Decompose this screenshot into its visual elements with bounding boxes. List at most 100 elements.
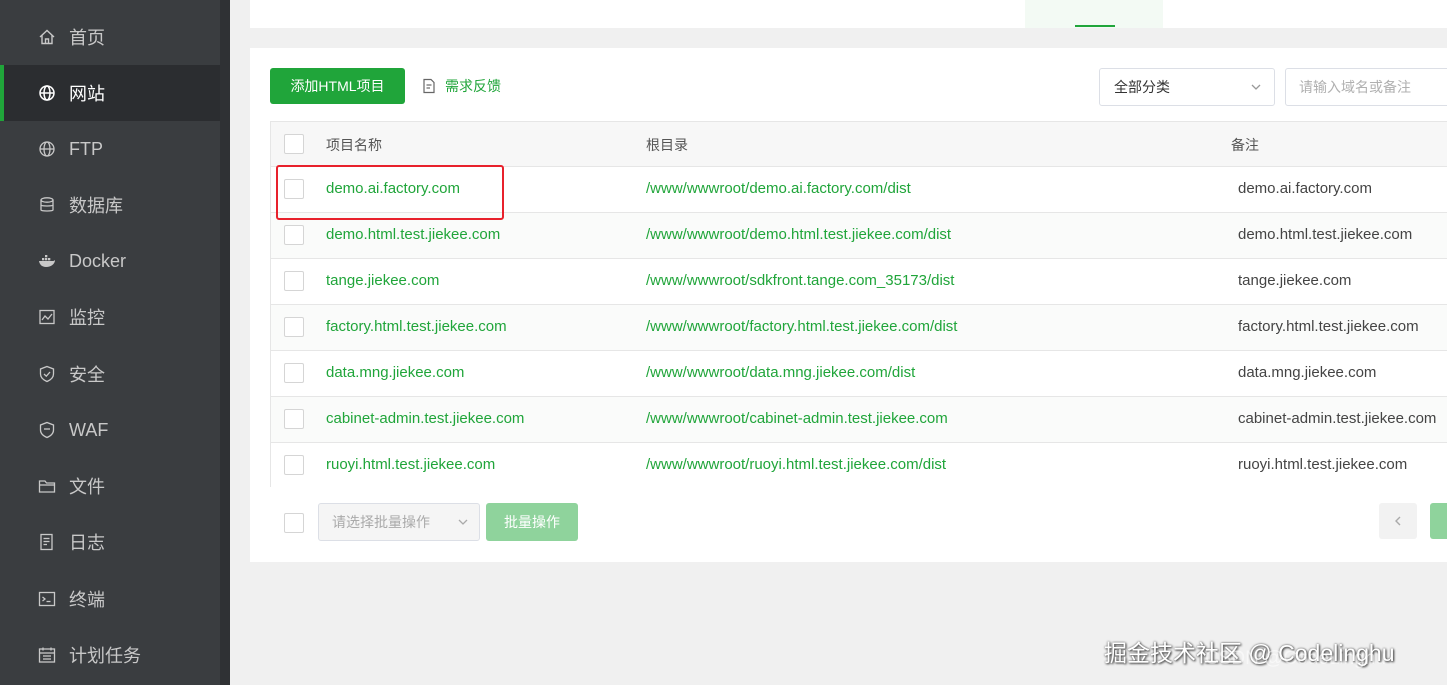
- tab-other[interactable]: [1165, 0, 1287, 28]
- root-path-link[interactable]: /www/wwwroot/cabinet-admin.test.jiekee.c…: [646, 410, 948, 427]
- row-checkbox[interactable]: [284, 179, 304, 199]
- tab-html[interactable]: [1025, 0, 1163, 28]
- add-html-project-button[interactable]: 添加HTML项目: [270, 68, 405, 104]
- root-path-link[interactable]: /www/wwwroot/sdkfront.tange.com_35173/di…: [646, 272, 954, 289]
- feedback-label: 需求反馈: [445, 78, 501, 94]
- row-checkbox[interactable]: [284, 409, 304, 429]
- project-name-link[interactable]: demo.html.test.jiekee.com: [326, 226, 500, 243]
- project-name-link[interactable]: tange.jiekee.com: [326, 272, 439, 289]
- sidebar-item-label: 网站: [69, 84, 105, 104]
- watermark-csdn: CSDN @CodeLinghu: [1205, 648, 1386, 669]
- terminal-icon: [38, 590, 56, 608]
- sidebar-item-files[interactable]: 文件: [0, 458, 220, 514]
- pagination-prev-button[interactable]: [1379, 503, 1417, 539]
- shield-icon: [38, 365, 56, 383]
- table-row: ruoyi.html.test.jiekee.com /www/wwwroot/…: [271, 443, 1447, 489]
- sidebar-item-label: 日志: [69, 533, 105, 553]
- note-text[interactable]: ruoyi.html.test.jiekee.com: [1238, 456, 1407, 473]
- row-checkbox[interactable]: [284, 225, 304, 245]
- category-select-value: 全部分类: [1114, 79, 1170, 95]
- sidebar-item-website[interactable]: 网站: [0, 65, 220, 121]
- root-path-link[interactable]: /www/wwwroot/ruoyi.html.test.jiekee.com/…: [646, 456, 946, 473]
- tab-python[interactable]: [762, 0, 892, 28]
- column-header-note: 备注: [1231, 137, 1259, 153]
- ftp-globe-icon: [38, 140, 56, 158]
- project-name-link[interactable]: cabinet-admin.test.jiekee.com: [326, 410, 524, 427]
- row-checkbox[interactable]: [284, 455, 304, 475]
- active-tab-indicator: [1075, 25, 1115, 27]
- sidebar-item-logs[interactable]: 日志: [0, 514, 220, 570]
- row-checkbox[interactable]: [284, 363, 304, 383]
- batch-operation-button[interactable]: 批量操作: [486, 503, 578, 541]
- sidebar-item-docker[interactable]: Docker: [0, 233, 220, 289]
- table-row: demo.ai.factory.com /www/wwwroot/demo.ai…: [271, 167, 1447, 213]
- project-name-link[interactable]: factory.html.test.jiekee.com: [326, 318, 507, 335]
- sidebar-item-label: 监控: [69, 308, 105, 328]
- project-name-link[interactable]: demo.ai.factory.com: [326, 180, 460, 197]
- note-text[interactable]: tange.jiekee.com: [1238, 272, 1351, 289]
- batch-select-placeholder: 请选择批量操作: [332, 514, 430, 530]
- root-path-link[interactable]: /www/wwwroot/demo.html.test.jiekee.com/d…: [646, 226, 951, 243]
- calendar-icon: [38, 646, 56, 664]
- sidebar-item-waf[interactable]: WAF: [0, 402, 220, 458]
- tab-reverse-proxy[interactable]: [895, 0, 1023, 28]
- root-path-link[interactable]: /www/wwwroot/data.mng.jiekee.com/dist: [646, 364, 915, 381]
- table-header: 项目名称 根目录 备注: [271, 122, 1447, 167]
- sidebar-scrollbar[interactable]: [220, 0, 230, 685]
- note-text[interactable]: demo.html.test.jiekee.com: [1238, 226, 1412, 243]
- row-checkbox[interactable]: [284, 317, 304, 337]
- note-text[interactable]: cabinet-admin.test.jiekee.com: [1238, 410, 1436, 427]
- home-icon: [38, 28, 56, 46]
- row-checkbox[interactable]: [284, 271, 304, 291]
- globe-icon: [38, 84, 56, 102]
- root-path-link[interactable]: /www/wwwroot/factory.html.test.jiekee.co…: [646, 318, 957, 335]
- category-select[interactable]: 全部分类: [1099, 68, 1275, 106]
- table-row: factory.html.test.jiekee.com /www/wwwroo…: [271, 305, 1447, 351]
- sidebar-item-terminal[interactable]: 终端: [0, 571, 220, 627]
- note-text[interactable]: factory.html.test.jiekee.com: [1238, 318, 1419, 335]
- sidebar-item-label: 安全: [69, 365, 105, 385]
- sidebar-item-security[interactable]: 安全: [0, 346, 220, 402]
- sidebar: 首页 网站 FTP 数据库 Docker 监控 安全 WAF 文件 日志 终端 …: [0, 0, 230, 685]
- note-text[interactable]: data.mng.jiekee.com: [1238, 364, 1376, 381]
- sidebar-item-label: 首页: [69, 28, 105, 48]
- select-all-checkbox[interactable]: [284, 134, 304, 154]
- chevron-left-icon: [1395, 516, 1401, 526]
- monitor-icon: [38, 308, 56, 326]
- sidebar-item-label: 数据库: [69, 196, 123, 216]
- docker-icon: [38, 252, 56, 270]
- waf-shield-icon: [38, 421, 56, 439]
- note-text[interactable]: demo.ai.factory.com: [1238, 180, 1372, 197]
- table-row: demo.html.test.jiekee.com /www/wwwroot/d…: [271, 213, 1447, 259]
- pagination-next-button[interactable]: [1430, 503, 1447, 539]
- project-table: 项目名称 根目录 备注 demo.ai.factory.com /www/www…: [270, 121, 1447, 489]
- tab-php[interactable]: [250, 0, 372, 28]
- sidebar-item-monitor[interactable]: 监控: [0, 289, 220, 345]
- search-input[interactable]: [1285, 68, 1447, 106]
- tab-java[interactable]: [375, 0, 497, 28]
- database-icon: [38, 196, 56, 214]
- sidebar-item-label: 文件: [69, 477, 105, 497]
- column-header-name[interactable]: 项目名称: [326, 135, 382, 155]
- tab-go[interactable]: [635, 0, 757, 28]
- tab-node[interactable]: [500, 0, 630, 28]
- root-path-link[interactable]: /www/wwwroot/demo.ai.factory.com/dist: [646, 180, 911, 197]
- feedback-link[interactable]: 需求反馈: [421, 76, 501, 96]
- chevron-down-icon: [458, 519, 468, 525]
- chevron-down-icon: [1251, 84, 1261, 90]
- log-icon: [38, 533, 56, 551]
- sidebar-item-home[interactable]: 首页: [0, 9, 220, 65]
- batch-operation-select[interactable]: 请选择批量操作: [318, 503, 480, 541]
- project-name-link[interactable]: data.mng.jiekee.com: [326, 364, 464, 381]
- sidebar-item-ftp[interactable]: FTP: [0, 121, 220, 177]
- sidebar-item-label: 计划任务: [69, 646, 141, 666]
- sidebar-item-database[interactable]: 数据库: [0, 177, 220, 233]
- folder-icon: [38, 477, 56, 495]
- sidebar-item-label: WAF: [69, 419, 109, 440]
- sidebar-item-label: FTP: [69, 138, 103, 159]
- project-name-link[interactable]: ruoyi.html.test.jiekee.com: [326, 456, 495, 473]
- column-header-root: 根目录: [646, 137, 688, 153]
- sidebar-item-cron[interactable]: 计划任务: [0, 627, 220, 683]
- sidebar-item-label: 终端: [69, 590, 105, 610]
- footer-select-all-checkbox[interactable]: [284, 513, 304, 533]
